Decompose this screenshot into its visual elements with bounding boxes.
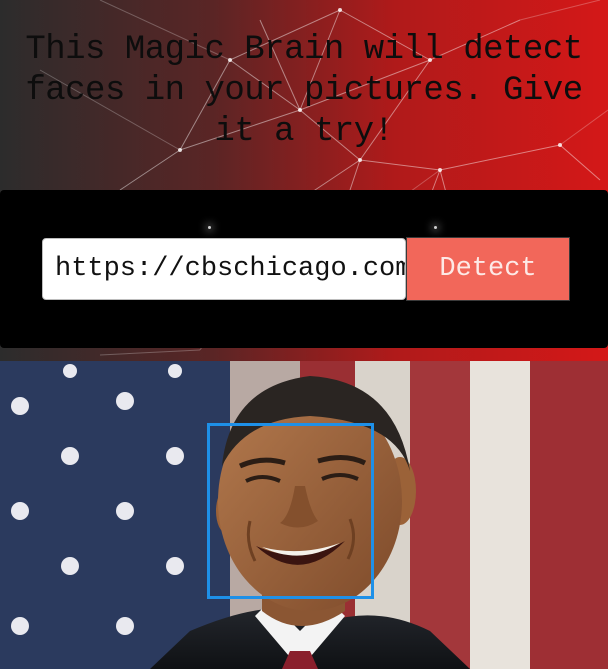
page-headline: This Magic Brain will detect faces in yo… <box>25 31 583 151</box>
detect-button[interactable]: Detect <box>406 237 570 301</box>
panel-glow-dot <box>208 226 211 229</box>
face-image <box>0 361 608 669</box>
panel-glow-dot <box>434 226 437 229</box>
image-url-input[interactable] <box>42 238 406 300</box>
url-form-panel: Detect <box>0 190 608 348</box>
face-bounding-box <box>207 423 374 599</box>
